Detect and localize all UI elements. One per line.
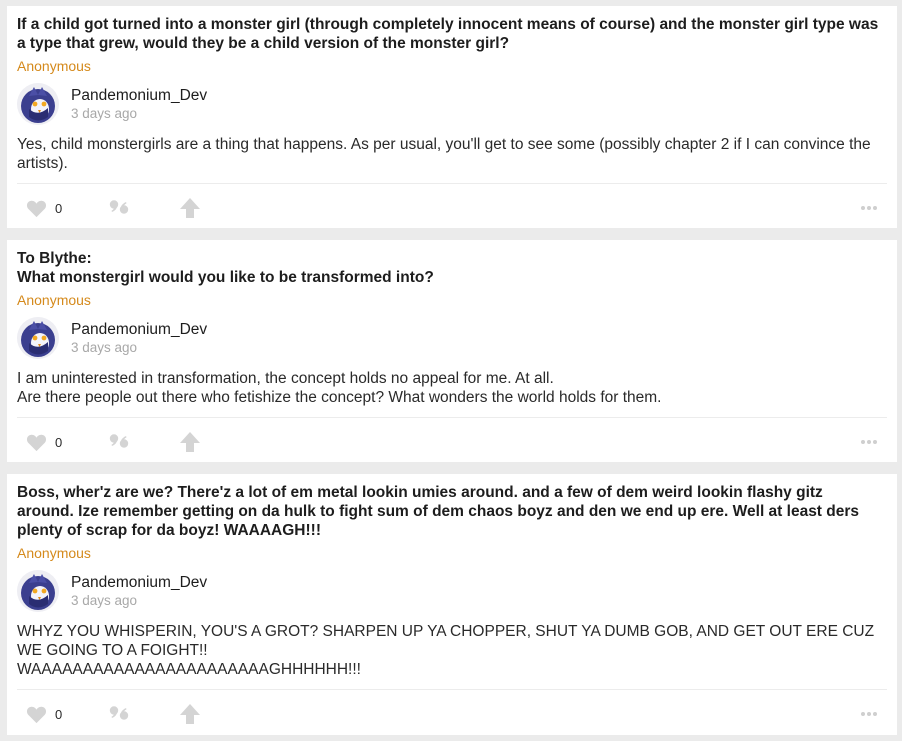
share-button[interactable]	[179, 699, 201, 729]
quote-button[interactable]	[108, 427, 130, 457]
post-actions: 0	[7, 427, 897, 457]
avatar[interactable]	[17, 83, 59, 125]
like-button[interactable]: 0	[26, 699, 62, 729]
answer-text: WHYZ YOU WHISPERIN, YOU'S A GROT? SHARPE…	[17, 623, 875, 678]
question-text: Boss, wher'z are we? There'z a lot of em…	[17, 484, 860, 539]
avatar[interactable]	[17, 570, 59, 612]
timestamp[interactable]: 3 days ago	[71, 106, 137, 121]
quote-icon	[108, 433, 130, 451]
question-text: If a child got turned into a monster gir…	[17, 16, 879, 52]
post-actions: 0	[7, 699, 897, 729]
share-button[interactable]	[179, 193, 201, 223]
more-button[interactable]	[860, 699, 878, 729]
quote-button[interactable]	[108, 699, 130, 729]
more-dots-icon	[860, 711, 878, 717]
question-text: To Blythe: What monstergirl would you li…	[17, 250, 434, 286]
heart-icon	[26, 705, 47, 724]
like-button[interactable]: 0	[26, 193, 62, 223]
timestamp[interactable]: 3 days ago	[71, 593, 137, 608]
timestamp[interactable]: 3 days ago	[71, 340, 137, 355]
up-arrow-icon	[179, 431, 201, 453]
divider	[17, 183, 887, 184]
asker-name[interactable]: Anonymous	[17, 58, 91, 74]
divider	[17, 417, 887, 418]
post-card: To Blythe: What monstergirl would you li…	[7, 240, 897, 462]
quote-icon	[108, 199, 130, 217]
divider	[17, 689, 887, 690]
like-count: 0	[55, 200, 63, 216]
quote-icon	[108, 705, 130, 723]
post-actions: 0	[7, 193, 897, 223]
author-name[interactable]: Pandemonium_Dev	[71, 574, 207, 592]
heart-icon	[26, 199, 47, 218]
answer-text: I am uninterested in transformation, the…	[17, 370, 662, 406]
quote-button[interactable]	[108, 193, 130, 223]
like-count: 0	[55, 706, 63, 722]
more-button[interactable]	[860, 427, 878, 457]
up-arrow-icon	[179, 703, 201, 725]
share-button[interactable]	[179, 427, 201, 457]
asker-name[interactable]: Anonymous	[17, 292, 91, 308]
more-dots-icon	[860, 205, 878, 211]
more-dots-icon	[860, 439, 878, 445]
heart-icon	[26, 433, 47, 452]
author-name[interactable]: Pandemonium_Dev	[71, 87, 207, 105]
like-count: 0	[55, 434, 63, 450]
post-card: If a child got turned into a monster gir…	[7, 6, 897, 228]
up-arrow-icon	[179, 197, 201, 219]
like-button[interactable]: 0	[26, 427, 62, 457]
answer-text: Yes, child monstergirls are a thing that…	[17, 136, 871, 172]
post-card: Boss, wher'z are we? There'z a lot of em…	[7, 474, 897, 735]
avatar[interactable]	[17, 317, 59, 359]
asker-name[interactable]: Anonymous	[17, 545, 91, 561]
more-button[interactable]	[860, 193, 878, 223]
author-name[interactable]: Pandemonium_Dev	[71, 321, 207, 339]
